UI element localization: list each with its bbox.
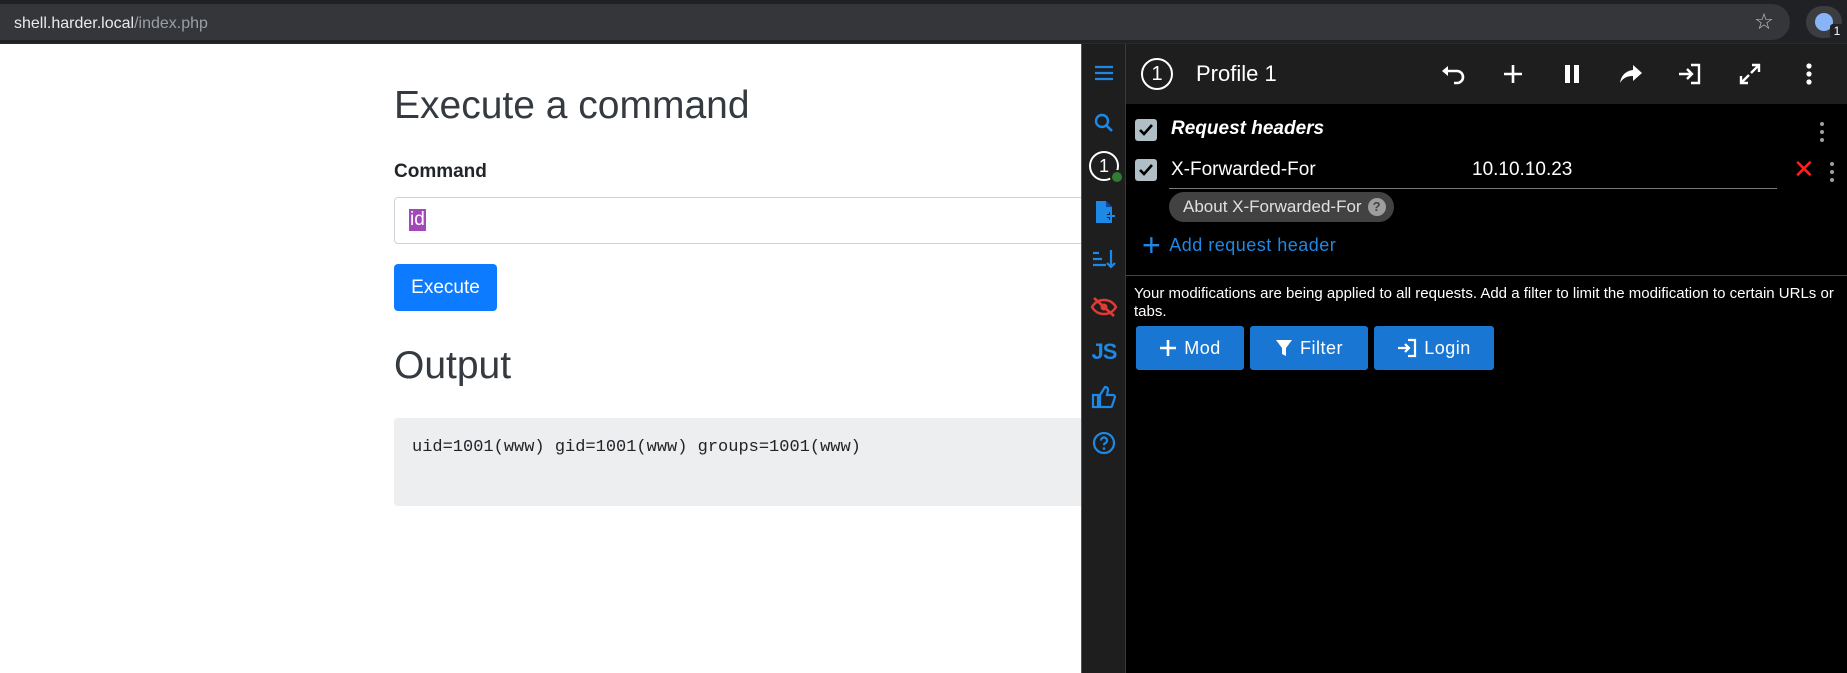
add-file-icon[interactable] [1089,197,1119,227]
more-vert-icon[interactable] [1794,59,1824,89]
extension-badge: 1 [1830,24,1844,38]
url-host: shell.harder.local [14,15,135,32]
browser-toolbar: shell.harder.local/index.php ☆ 1 [0,0,1847,44]
page-title: Execute a command [394,84,750,127]
search-icon[interactable] [1089,108,1119,138]
add-filter-button[interactable]: Filter [1250,326,1368,370]
output-text: uid=1001(www) gid=1001(www) groups=1001(… [412,438,861,457]
help-icon[interactable] [1089,428,1119,458]
about-header-label: About X-Forwarded-For [1183,197,1362,216]
expand-icon[interactable] [1735,59,1765,89]
delete-header-icon[interactable]: ✕ [1793,156,1815,182]
add-request-header-button[interactable]: + Add request header [1142,227,1337,263]
modheader-extension-icon[interactable]: 1 [1806,6,1844,38]
header-value-field[interactable]: 10.10.10.23 [1472,159,1572,181]
address-bar[interactable]: shell.harder.local/index.php [0,4,1790,40]
url-text: shell.harder.local/index.php [14,15,208,33]
output-heading: Output [394,344,512,387]
header-underline [1169,188,1777,189]
filter-icon [1275,338,1293,358]
share-icon[interactable] [1616,59,1646,89]
header-enable-checkbox[interactable] [1135,159,1157,181]
help-circle-icon: ? [1367,198,1386,216]
url-path: /index.php [134,15,208,32]
output-box: uid=1001(www) gid=1001(www) groups=1001(… [394,418,1094,506]
sort-icon[interactable] [1089,244,1119,274]
sidebar-profile-1[interactable]: 1 [1089,151,1124,184]
add-mod-label: Mod [1184,337,1221,358]
plus-icon: + [1142,227,1162,263]
hidden-eye-icon[interactable] [1089,292,1119,322]
modheader-panel: 1 JS 1 Profile 1 Request headers X-Forwa… [1081,44,1847,673]
add-login-button[interactable]: Login [1374,326,1494,370]
about-header-chip[interactable]: About X-Forwarded-For? [1169,192,1394,222]
section-more-icon[interactable] [1817,119,1827,145]
section-divider [1126,275,1847,276]
login-icon[interactable] [1675,59,1705,89]
execute-button[interactable]: Execute [394,264,497,311]
request-headers-checkbox[interactable] [1135,119,1157,141]
add-filter-label: Filter [1300,337,1343,358]
bookmark-star-icon[interactable]: ☆ [1752,10,1776,34]
add-login-label: Login [1424,337,1471,358]
js-icon[interactable]: JS [1089,337,1119,367]
panel-sidebar: 1 JS [1082,44,1126,673]
command-label: Command [394,161,487,182]
header-more-icon[interactable] [1827,159,1837,185]
menu-icon[interactable] [1089,58,1119,88]
pause-icon[interactable] [1557,59,1587,89]
profile-badge[interactable]: 1 [1141,58,1173,90]
add-mod-button[interactable]: Mod [1136,326,1244,370]
header-name-field[interactable]: X-Forwarded-For [1171,159,1316,181]
profile-toolbar: 1 Profile 1 [1126,44,1847,104]
command-input-value: id [409,209,426,231]
login-icon [1397,338,1417,358]
thumbs-up-icon[interactable] [1089,382,1119,412]
undo-icon[interactable] [1438,59,1468,89]
active-check-icon [1110,170,1124,184]
plus-icon [1159,339,1177,357]
add-icon[interactable] [1498,59,1528,89]
modification-notice: Your modifications are being applied to … [1134,285,1834,320]
profile-name[interactable]: Profile 1 [1196,61,1277,87]
request-headers-title: Request headers [1171,118,1325,139]
command-input[interactable]: id [394,197,1094,244]
add-request-header-label: Add request header [1169,234,1337,255]
panel-main: 1 Profile 1 Request headers X-Forwarded-… [1126,44,1847,673]
